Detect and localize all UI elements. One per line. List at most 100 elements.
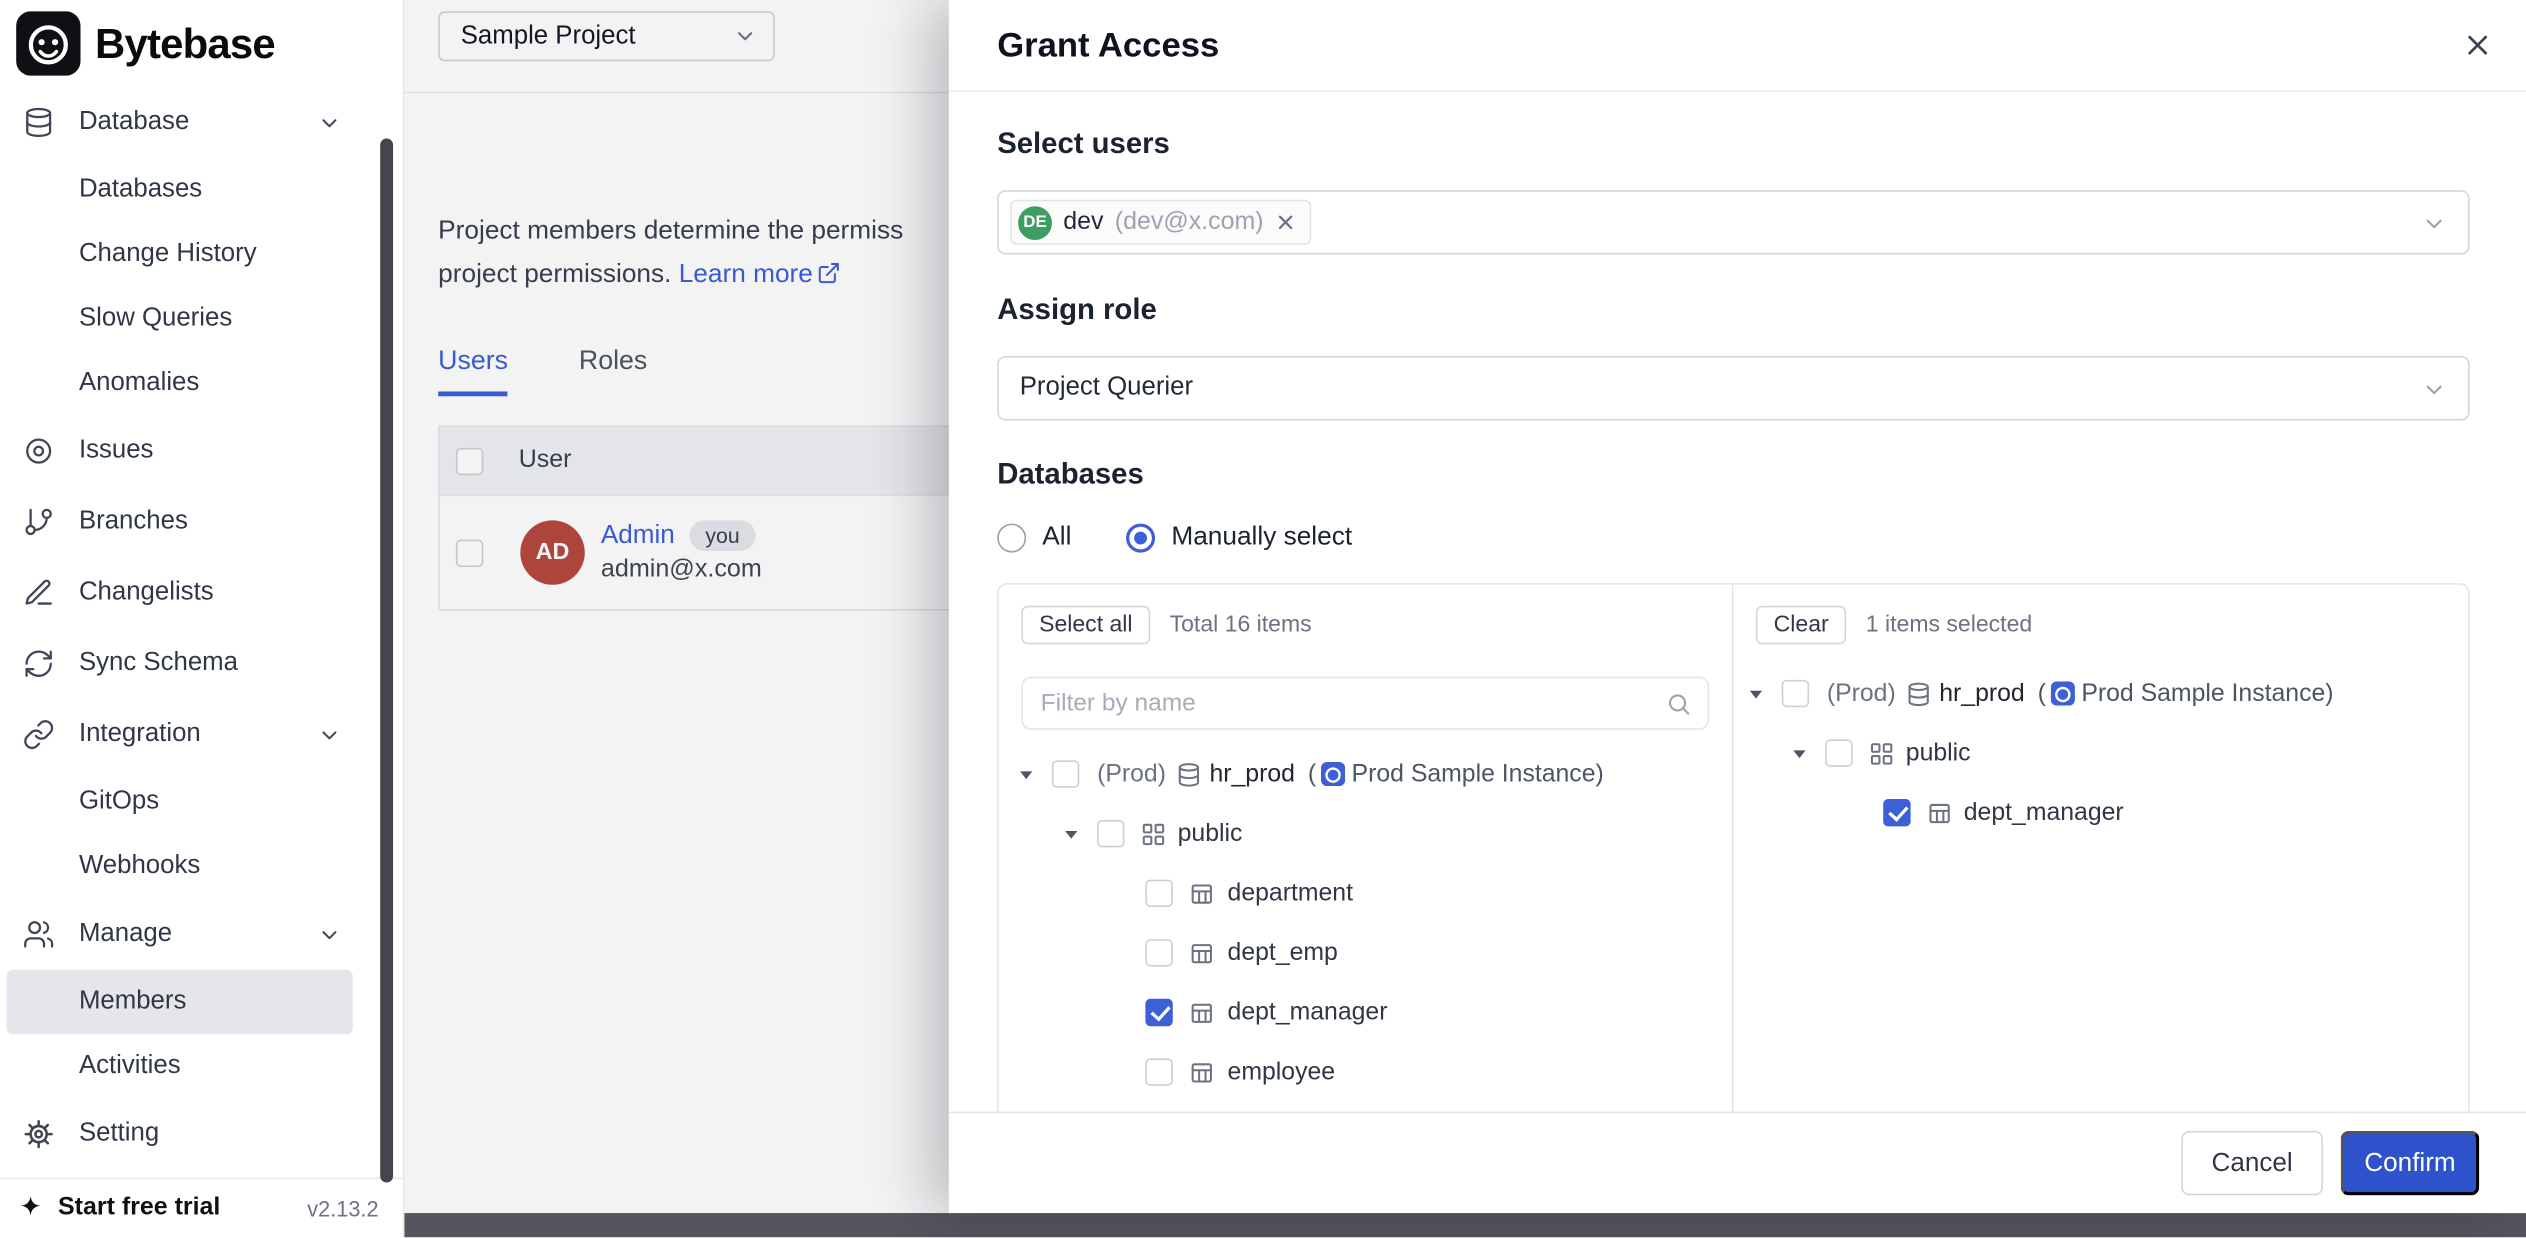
bytebase-instance-icon bbox=[1321, 762, 1345, 786]
logo-text: Bytebase bbox=[95, 19, 275, 69]
logo-row[interactable]: Bytebase bbox=[0, 0, 403, 87]
sidebar-item-changelists[interactable]: Changelists bbox=[0, 557, 403, 628]
sidebar-item-label: Setting bbox=[79, 1120, 159, 1149]
sidebar-item-manage[interactable]: Manage bbox=[0, 899, 403, 970]
sidebar-item-slow-queries[interactable]: Slow Queries bbox=[0, 287, 403, 351]
sidebar-item-change-history[interactable]: Change History bbox=[0, 222, 403, 286]
tree-checkbox[interactable] bbox=[1145, 999, 1172, 1026]
clear-button[interactable]: Clear bbox=[1756, 606, 1846, 645]
tree-checkbox[interactable] bbox=[1145, 939, 1172, 966]
chevron-down-icon bbox=[2421, 377, 2447, 403]
tree-checkbox[interactable] bbox=[1883, 799, 1910, 826]
radio-icon bbox=[997, 523, 1026, 552]
sidebar-item-anomalies[interactable]: Anomalies bbox=[0, 351, 403, 415]
sidebar-scrollbar[interactable] bbox=[380, 139, 393, 1183]
member-name-link[interactable]: Admin bbox=[601, 520, 675, 551]
tab-users[interactable]: Users bbox=[438, 345, 508, 397]
start-free-trial-link[interactable]: Start free trial bbox=[58, 1194, 220, 1223]
sidebar-item-setting[interactable]: Setting bbox=[0, 1099, 403, 1170]
sidebar-item-webhooks[interactable]: Webhooks bbox=[0, 834, 403, 898]
sidebar-item-members[interactable]: Members bbox=[6, 970, 352, 1034]
member-tabs: Users Roles bbox=[438, 345, 647, 397]
select-all-button[interactable]: Select all bbox=[1021, 606, 1150, 645]
chip-user-email: (dev@x.com) bbox=[1115, 208, 1264, 237]
schema-name: public bbox=[1906, 739, 1971, 768]
caret-down-icon[interactable] bbox=[1017, 764, 1036, 783]
sidebar-item-label: Integration bbox=[79, 720, 201, 749]
sidebar-item-database[interactable]: Database bbox=[0, 87, 403, 158]
tree-checkbox[interactable] bbox=[1097, 820, 1124, 847]
tree-checkbox[interactable] bbox=[1052, 760, 1079, 787]
sidebar-item-branches[interactable]: Branches bbox=[0, 487, 403, 558]
table-name: dept_emp bbox=[1228, 938, 1338, 967]
project-selector[interactable]: Sample Project bbox=[438, 11, 775, 61]
sidebar-item-label: Databases bbox=[79, 176, 202, 205]
filter-input[interactable] bbox=[1041, 689, 1666, 716]
search-icon bbox=[1666, 690, 1692, 716]
select-users-heading: Select users bbox=[997, 127, 2469, 161]
tree-row-table[interactable]: dept_manager bbox=[1733, 783, 2468, 843]
tree-row-table[interactable]: dept_manager bbox=[999, 983, 1732, 1043]
user-multiselect[interactable]: DE dev (dev@x.com) bbox=[997, 190, 2469, 254]
tree-checkbox[interactable] bbox=[1782, 680, 1809, 707]
sidebar-item-label: Branches bbox=[79, 507, 188, 536]
close-icon[interactable] bbox=[2462, 29, 2494, 61]
instance-paren: ( bbox=[2038, 679, 2046, 708]
sidebar-item-label: Activities bbox=[79, 1052, 181, 1081]
bytebase-instance-icon bbox=[2051, 681, 2075, 705]
sidebar-item-sync-schema[interactable]: Sync Schema bbox=[0, 628, 403, 699]
project-description: Project members determine the permiss pr… bbox=[438, 209, 903, 296]
tree-row-database[interactable]: (Prod) hr_prod ( Prod Sample Instance) bbox=[1733, 664, 2468, 724]
caret-down-icon[interactable] bbox=[1062, 824, 1081, 843]
tree-row-schema[interactable]: public bbox=[999, 804, 1732, 864]
table-name: employee bbox=[1228, 1058, 1336, 1087]
instance-name: Prod Sample Instance) bbox=[2081, 679, 2333, 708]
sidebar-item-gitops[interactable]: GitOps bbox=[0, 770, 403, 834]
remove-user-icon[interactable] bbox=[1275, 211, 1298, 234]
tree-checkbox[interactable] bbox=[1145, 1058, 1172, 1085]
cancel-button[interactable]: Cancel bbox=[2181, 1131, 2323, 1195]
tree-checkbox[interactable] bbox=[1825, 739, 1852, 766]
chip-user-name: dev bbox=[1063, 208, 1103, 237]
radio-manual-label: Manually select bbox=[1171, 522, 1352, 553]
sidebar-item-issues[interactable]: Issues bbox=[0, 416, 403, 487]
tree-row-schema[interactable]: public bbox=[1733, 723, 2468, 783]
you-badge: you bbox=[689, 520, 755, 551]
assign-role-heading: Assign role bbox=[997, 293, 2469, 327]
version-label: v2.13.2 bbox=[307, 1196, 378, 1220]
user-cell: Admin you admin@x.com bbox=[601, 520, 762, 584]
sidebar-item-integration[interactable]: Integration bbox=[0, 699, 403, 770]
sidebar-item-label: Manage bbox=[79, 920, 172, 949]
sidebar-item-label: Sync Schema bbox=[79, 649, 238, 678]
database-icon bbox=[1176, 761, 1202, 787]
select-all-checkbox[interactable] bbox=[456, 447, 483, 474]
caret-down-icon[interactable] bbox=[1746, 684, 1765, 703]
sidebar-item-label: Change History bbox=[79, 240, 257, 269]
tree-row-table[interactable]: employee bbox=[999, 1042, 1732, 1102]
tree-row-table[interactable]: dept_emp bbox=[999, 923, 1732, 983]
database-icon bbox=[1905, 681, 1931, 707]
tree-row-table[interactable]: department bbox=[999, 863, 1732, 923]
radio-all[interactable]: All bbox=[997, 522, 1071, 553]
description-line2-text: project permissions. bbox=[438, 259, 671, 288]
selected-count-label: 1 items selected bbox=[1866, 612, 2032, 638]
role-select[interactable]: Project Querier bbox=[997, 356, 2469, 420]
row-checkbox[interactable] bbox=[456, 539, 483, 566]
learn-more-link[interactable]: Learn more bbox=[679, 259, 841, 288]
sidebar-item-activities[interactable]: Activities bbox=[0, 1034, 403, 1098]
instance-paren: ( bbox=[1308, 760, 1316, 789]
sync-refresh-icon bbox=[23, 648, 55, 680]
confirm-button[interactable]: Confirm bbox=[2341, 1131, 2480, 1195]
role-value: Project Querier bbox=[999, 374, 1193, 403]
sidebar-item-label: Slow Queries bbox=[79, 304, 232, 333]
caret-down-icon[interactable] bbox=[1790, 743, 1809, 762]
tree-row-database[interactable]: (Prod) hr_prod ( Prod Sample Instance) bbox=[999, 744, 1732, 804]
tab-roles[interactable]: Roles bbox=[579, 345, 647, 397]
sidebar-item-label: Members bbox=[79, 988, 186, 1017]
table-icon bbox=[1189, 940, 1215, 966]
column-header-user: User bbox=[519, 446, 572, 475]
sidebar-item-databases[interactable]: Databases bbox=[0, 158, 403, 222]
radio-manually-select[interactable]: Manually select bbox=[1126, 522, 1352, 553]
chevron-down-icon bbox=[317, 922, 341, 946]
tree-checkbox[interactable] bbox=[1145, 880, 1172, 907]
